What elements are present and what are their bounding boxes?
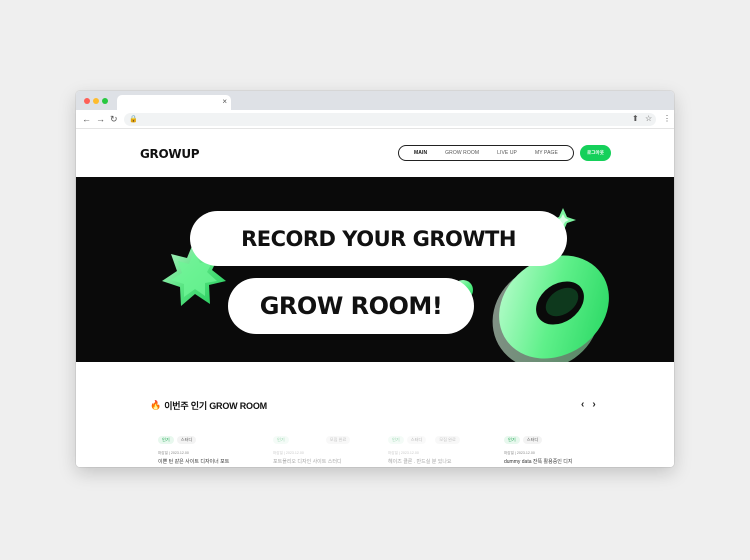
hero-subheadline-text: GROW ROOM! bbox=[259, 292, 443, 320]
card-badges: 인기 모집 완료 bbox=[273, 436, 373, 444]
maximize-window-button[interactable] bbox=[102, 98, 108, 104]
site-logo[interactable]: GROWUP bbox=[140, 147, 200, 161]
card-title: 포트폴리오 디자인 사이트 스터디 bbox=[273, 459, 342, 465]
section-title: 🔥 이번주 인기 GROW ROOM bbox=[150, 399, 267, 412]
hot-badge: 인기 bbox=[504, 436, 520, 444]
tab-strip: × bbox=[76, 91, 674, 110]
nav-my-page[interactable]: MY PAGE bbox=[535, 150, 558, 156]
card-deadline: 마감일 | 2023.12.00 bbox=[504, 451, 535, 455]
back-icon[interactable]: ← bbox=[82, 113, 91, 125]
star-icon[interactable]: ☆ bbox=[645, 113, 652, 125]
recruit-status-badge: 모집 완료 bbox=[435, 436, 460, 444]
study-badge: 스터디 bbox=[522, 436, 543, 444]
hero-headline: RECORD YOUR GROWTH bbox=[190, 211, 567, 266]
room-card[interactable]: 인기 스터디 마감일 | 2023.12.00 dummy data 잔뜩 활용… bbox=[504, 436, 604, 467]
study-badge: 스터디 bbox=[176, 436, 197, 444]
hero-banner: RECORD YOUR GROWTH GROW ROOM! bbox=[76, 177, 674, 362]
nav-live-up[interactable]: LIVE UP bbox=[497, 150, 517, 156]
hot-badge: 인기 bbox=[158, 436, 174, 444]
recruit-status-badge: 모집 완료 bbox=[325, 436, 351, 444]
card-badges: 인기 스터디 bbox=[158, 436, 258, 444]
hot-badge: 인기 bbox=[273, 436, 289, 444]
web-page: GROWUP MAIN GROW ROOM LIVE UP MY PAGE 로그… bbox=[76, 130, 674, 467]
browser-toolbar: ← → ↻ 🔒 ⬆ ☆ ⋮ bbox=[76, 110, 674, 129]
next-arrow-icon[interactable]: › bbox=[592, 400, 595, 410]
hero-decoration bbox=[162, 208, 609, 362]
tab-close-icon[interactable]: × bbox=[222, 96, 227, 108]
browser-tab[interactable]: × bbox=[117, 95, 231, 110]
card-title: dummy data 잔뜩 활용중인 디지 bbox=[504, 459, 573, 465]
reload-icon[interactable]: ↻ bbox=[110, 113, 118, 125]
logout-button[interactable]: 로그아웃 bbox=[580, 145, 611, 161]
card-title: 이쁜 턴 같은 사이트 디자이너 포트 bbox=[158, 459, 230, 465]
minimize-window-button[interactable] bbox=[93, 98, 99, 104]
study-badge: 스터디 bbox=[406, 436, 427, 444]
forward-icon[interactable]: → bbox=[96, 113, 105, 125]
carousel-arrows: ‹ › bbox=[581, 400, 596, 410]
card-badges: 인기 스터디 bbox=[504, 436, 604, 444]
close-window-button[interactable] bbox=[84, 98, 90, 104]
card-badges: 인기 스터디 모집 완료 bbox=[388, 436, 488, 444]
prev-arrow-icon[interactable]: ‹ bbox=[581, 400, 584, 410]
site-header: GROWUP MAIN GROW ROOM LIVE UP MY PAGE 로그… bbox=[76, 130, 674, 177]
lock-icon: 🔒 bbox=[129, 116, 138, 123]
popular-section: 🔥 이번주 인기 GROW ROOM ‹ › 인기 스터디 마감일 | 2023… bbox=[76, 362, 674, 467]
room-card[interactable]: 인기 스터디 마감일 | 2023.12.00 이쁜 턴 같은 사이트 디자이너… bbox=[158, 436, 258, 467]
browser-window: × ← → ↻ 🔒 ⬆ ☆ ⋮ GROWUP MAIN GROW ROOM LI… bbox=[76, 91, 674, 467]
card-title: 헤이즈 클론 . 만드실 분 있나요 bbox=[388, 459, 452, 465]
hero-subheadline: GROW ROOM! bbox=[228, 278, 474, 334]
main-nav: MAIN GROW ROOM LIVE UP MY PAGE bbox=[398, 145, 574, 161]
fire-icon: 🔥 bbox=[150, 400, 162, 410]
card-deadline: 마감일 | 2023.12.00 bbox=[158, 451, 189, 455]
share-icon[interactable]: ⬆ bbox=[632, 113, 639, 125]
card-deadline: 마감일 | 2023.12.00 bbox=[388, 451, 419, 455]
hero-headline-text: RECORD YOUR GROWTH bbox=[241, 226, 516, 251]
room-card[interactable]: 인기 스터디 모집 완료 마감일 | 2023.12.00 헤이즈 클론 . 만… bbox=[388, 436, 488, 467]
address-bar[interactable]: 🔒 bbox=[124, 113, 656, 126]
section-title-text: 이번주 인기 GROW ROOM bbox=[164, 401, 267, 411]
hot-badge: 인기 bbox=[388, 436, 404, 444]
nav-grow-room[interactable]: GROW ROOM bbox=[445, 150, 479, 156]
nav-main[interactable]: MAIN bbox=[414, 150, 427, 156]
card-deadline: 마감일 | 2023.12.00 bbox=[273, 451, 304, 455]
browser-menu-icon[interactable]: ⋮ bbox=[663, 113, 671, 125]
room-card[interactable]: 인기 모집 완료 마감일 | 2023.12.00 포트폴리오 디자인 사이트 … bbox=[273, 436, 373, 467]
